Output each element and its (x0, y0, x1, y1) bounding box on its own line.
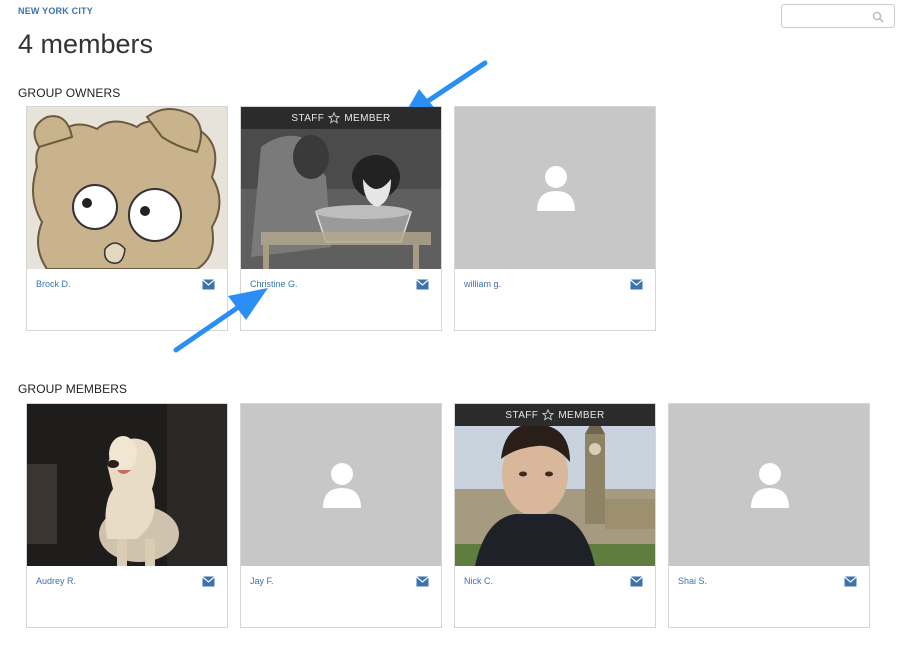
member-name[interactable]: Christine G. (250, 279, 298, 289)
member-name[interactable]: Jay F. (250, 576, 274, 586)
search-box[interactable] (781, 4, 895, 28)
member-card[interactable]: STAFF MEMBER Nick C. (454, 403, 656, 628)
person-placeholder-icon (323, 463, 361, 508)
member-card[interactable]: william g. (454, 106, 656, 331)
staff-label: STAFF (291, 112, 325, 124)
member-name[interactable]: Nick C. (464, 576, 493, 586)
mail-icon[interactable] (630, 279, 643, 290)
person-placeholder-icon (537, 166, 575, 211)
mail-icon[interactable] (416, 576, 429, 587)
mail-icon[interactable] (416, 279, 429, 290)
member-card[interactable]: Jay F. (240, 403, 442, 628)
member-photo[interactable] (27, 404, 227, 566)
member-label: MEMBER (344, 112, 391, 124)
mail-icon[interactable] (844, 576, 857, 587)
member-photo[interactable] (241, 404, 441, 566)
staff-member-badge: STAFF MEMBER (241, 107, 441, 129)
staff-label: STAFF (505, 409, 539, 421)
dog-photo (27, 404, 227, 566)
staff-member-badge: STAFF MEMBER (455, 404, 655, 426)
member-card[interactable]: Shai S. (668, 403, 870, 628)
selfie-photo (455, 404, 655, 566)
member-photo[interactable]: STAFF MEMBER (241, 107, 441, 269)
star-icon (542, 409, 555, 421)
vintage-photo (241, 107, 441, 269)
breadcrumb[interactable]: NEW YORK CITY (18, 6, 93, 16)
drawing-photo (27, 107, 227, 269)
member-name[interactable]: william g. (464, 279, 501, 289)
mail-icon[interactable] (630, 576, 643, 587)
member-name[interactable]: Brock D. (36, 279, 71, 289)
member-label: MEMBER (558, 409, 605, 421)
member-photo[interactable] (27, 107, 227, 269)
search-icon[interactable] (872, 11, 884, 23)
member-card[interactable]: Audrey R. (26, 403, 228, 628)
section-title-members: GROUP MEMBERS (18, 382, 128, 396)
member-name[interactable]: Shai S. (678, 576, 707, 586)
page-title: 4 members (18, 29, 154, 59)
member-card[interactable]: STAFF MEMBER Christine G. (240, 106, 442, 331)
search-input[interactable] (788, 8, 868, 24)
member-photo[interactable]: STAFF MEMBER (455, 404, 655, 566)
star-icon (328, 112, 341, 124)
member-card[interactable]: Brock D. (26, 106, 228, 331)
section-title-owners: GROUP OWNERS (18, 86, 121, 100)
member-photo[interactable] (455, 107, 655, 269)
mail-icon[interactable] (202, 279, 215, 290)
mail-icon[interactable] (202, 576, 215, 587)
person-placeholder-icon (751, 463, 789, 508)
member-name[interactable]: Audrey R. (36, 576, 76, 586)
member-photo[interactable] (669, 404, 869, 566)
